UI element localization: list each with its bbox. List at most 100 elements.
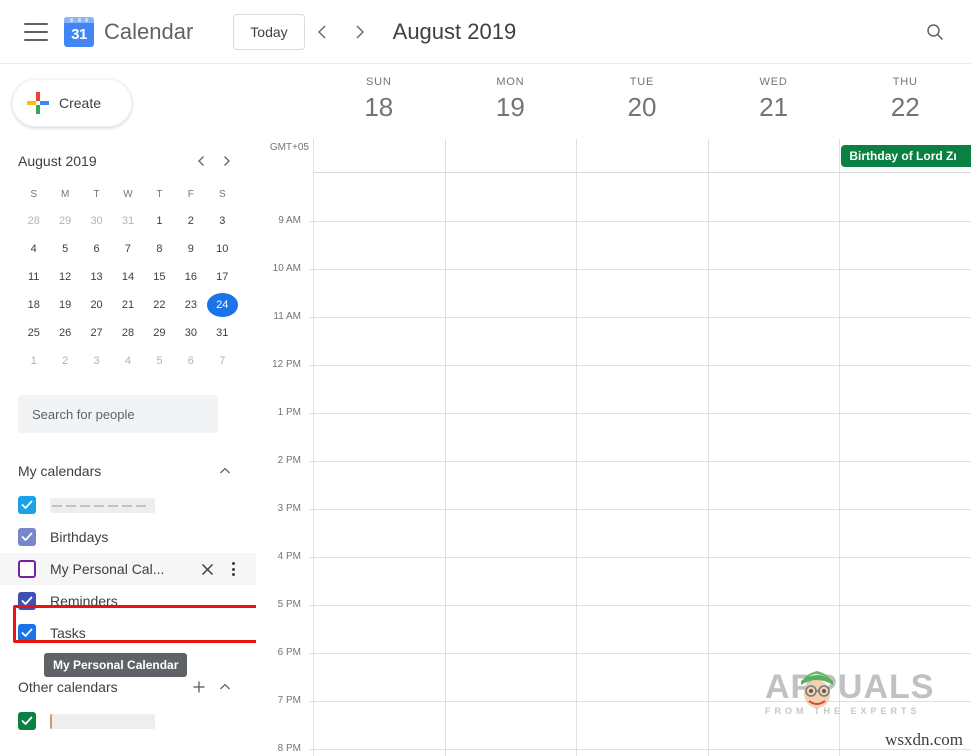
all-day-cell[interactable] [576,139,708,172]
mini-calendar-day[interactable]: 3 [81,349,112,373]
mini-calendar-day[interactable]: 29 [49,209,80,233]
calendar-list-item[interactable]: Birthdays [0,521,256,553]
day-column[interactable] [444,173,577,756]
calendar-list-item[interactable] [0,489,256,521]
mini-calendar-day[interactable]: 5 [49,237,80,261]
current-view-title: August 2019 [392,18,517,44]
mini-calendar-day[interactable]: 6 [81,237,112,261]
create-button[interactable]: Create [12,79,132,127]
calendar-checkbox[interactable] [18,712,36,730]
mini-calendar-day[interactable]: 31 [207,321,238,345]
mini-calendar-day[interactable]: 31 [112,209,143,233]
my-calendars-collapse-button[interactable] [212,458,238,484]
mini-calendar-dow: T [93,189,100,200]
mini-calendar-day[interactable]: 10 [207,237,238,261]
mini-calendar-day[interactable]: 7 [112,237,143,261]
calendar-checkbox[interactable] [18,560,36,578]
mini-calendar-dow: W [123,189,133,200]
calendar-name-label: Reminders [50,593,118,609]
timezone-label: GMT+05 [269,142,309,153]
mini-calendar-day[interactable]: 19 [49,293,80,317]
mini-calendar-day[interactable]: 22 [144,293,175,317]
day-header[interactable]: WED 21 [708,64,840,139]
all-day-cell[interactable] [444,139,577,172]
mini-calendar-day[interactable]: 30 [175,321,206,345]
day-column[interactable] [707,173,840,756]
day-column[interactable] [576,173,708,756]
mini-calendar-day[interactable]: 1 [18,349,49,373]
calendar-checkbox[interactable] [18,624,36,642]
mini-calendar-day[interactable]: 23 [175,293,206,317]
all-day-cell[interactable] [707,139,840,172]
calendar-options-button[interactable] [220,556,246,582]
mini-calendar-day[interactable]: 14 [112,265,143,289]
mini-calendar-day[interactable]: 17 [207,265,238,289]
mini-calendar-day[interactable]: 27 [81,321,112,345]
day-header[interactable]: SUN 18 [313,64,445,139]
mini-calendar-day[interactable]: 8 [144,237,175,261]
mini-calendar-day[interactable]: 15 [144,265,175,289]
mini-calendar-prev-button[interactable] [190,149,214,173]
day-of-week-label: TUE [629,76,655,88]
mini-calendar-day[interactable]: 4 [18,237,49,261]
mini-calendar-day[interactable]: 21 [112,293,143,317]
mini-calendar-day-selected[interactable]: 24 [206,293,238,317]
mini-calendar-day[interactable]: 28 [112,321,143,345]
mini-calendar-day[interactable]: 5 [144,349,175,373]
mini-calendar-day[interactable]: 13 [81,265,112,289]
hour-gridline [309,509,971,510]
day-header[interactable]: THU 22 [839,64,971,139]
calendar-checkbox[interactable] [18,496,36,514]
previous-period-button[interactable] [305,14,341,50]
mini-calendar-day[interactable]: 6 [175,349,206,373]
time-label: 5 PM [277,599,301,610]
today-button[interactable]: Today [233,13,305,50]
logo-tick [70,17,73,22]
hide-calendar-button[interactable] [194,556,220,582]
mini-calendar-day[interactable]: 4 [112,349,143,373]
mini-calendar-day[interactable]: 26 [49,321,80,345]
mini-calendar-day[interactable]: 12 [49,265,80,289]
mini-calendar-day[interactable]: 25 [18,321,49,345]
search-button[interactable] [917,14,953,50]
next-period-button[interactable] [341,14,377,50]
mini-calendar-day[interactable]: 3 [207,209,238,233]
day-column[interactable] [839,173,971,756]
time-label: 6 PM [277,647,301,658]
mini-calendar-day[interactable]: 29 [144,321,175,345]
other-calendars-collapse-button[interactable] [212,674,238,700]
day-header[interactable]: TUE 20 [576,64,708,139]
calendar-list-item[interactable]: Tasks [0,617,256,649]
mini-calendar-day[interactable]: 16 [175,265,206,289]
hamburger-menu-icon[interactable] [24,22,48,41]
add-other-calendar-button[interactable] [186,674,212,700]
all-day-cell[interactable]: Birthday of Lord Zı [839,139,971,172]
mini-calendar-day[interactable]: 7 [207,349,238,373]
calendar-list-item[interactable]: My Personal Cal... [0,553,256,585]
calendar-name-label: Tasks [50,625,86,641]
calendar-checkbox[interactable] [18,528,36,546]
calendar-checkbox[interactable] [18,592,36,610]
mini-calendar-day[interactable]: 1 [144,209,175,233]
calendar-logo-icon[interactable]: 31 [64,16,94,47]
mini-calendar-dow: S [218,189,226,200]
calendar-row-actions [194,556,246,582]
mini-calendar-day[interactable]: 9 [175,237,206,261]
search-for-people-input[interactable] [18,395,218,433]
all-day-event-chip[interactable]: Birthday of Lord Zı [841,145,971,167]
mini-calendar-day[interactable]: 2 [175,209,206,233]
mini-calendar-day[interactable]: 2 [49,349,80,373]
mini-calendar-next-button[interactable] [214,149,238,173]
all-day-cell[interactable] [313,139,445,172]
mini-calendar-day[interactable]: 28 [18,209,49,233]
mini-calendar-day[interactable]: 18 [18,293,49,317]
my-calendars-header[interactable]: My calendars [0,453,256,489]
day-header[interactable]: MON 19 [445,64,577,139]
calendar-list-item[interactable] [0,705,256,737]
day-column[interactable] [313,173,445,756]
mini-calendar-day[interactable]: 11 [18,265,49,289]
calendar-list-item[interactable]: Reminders [0,585,256,617]
mini-calendar-day[interactable]: 30 [81,209,112,233]
day-of-week-label: WED [759,76,788,88]
mini-calendar-day[interactable]: 20 [81,293,112,317]
